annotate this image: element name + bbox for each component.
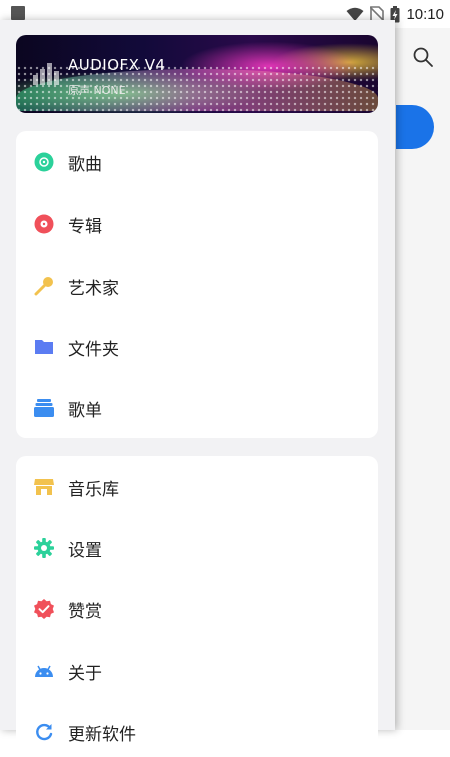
menu-item-artists[interactable]: 艺术家	[16, 261, 378, 311]
menu-item-label: 设置	[68, 540, 102, 561]
gear-icon	[34, 538, 54, 558]
drawer-header-banner[interactable]: AUDIOFX V4 原声 NONE	[16, 35, 378, 113]
app-menu-card: 音乐库 设置 赞赏 关于 更新软件	[16, 456, 378, 756]
store-icon	[34, 479, 54, 495]
disc-icon	[34, 152, 54, 172]
refresh-icon	[36, 723, 53, 741]
menu-item-label: 歌曲	[68, 154, 102, 175]
menu-item-settings[interactable]: 设置	[16, 523, 378, 573]
playlist-icon	[34, 399, 54, 417]
microphone-icon	[34, 277, 53, 296]
library-menu-card: 歌曲 专辑 艺术家 文件夹 歌单	[16, 131, 378, 438]
menu-item-songs[interactable]: 歌曲	[16, 137, 378, 187]
menu-item-label: 艺术家	[68, 278, 119, 299]
banner-title: AUDIOFX V4	[68, 56, 166, 74]
menu-item-albums[interactable]: 专辑	[16, 199, 378, 249]
menu-item-label: 文件夹	[68, 339, 119, 360]
menu-item-about[interactable]: 关于	[16, 646, 378, 696]
folder-icon	[35, 340, 53, 354]
clock: 10:10	[406, 5, 444, 23]
menu-item-label: 歌单	[68, 400, 102, 421]
album-icon	[34, 214, 54, 234]
banner-subtitle: 原声 NONE	[68, 84, 126, 97]
menu-item-folders[interactable]: 文件夹	[16, 322, 378, 372]
menu-item-playlists[interactable]: 歌单	[16, 383, 378, 433]
menu-item-music-library[interactable]: 音乐库	[16, 462, 378, 512]
navigation-drawer: AUDIOFX V4 原声 NONE 歌曲 专辑 艺术家 文件夹 歌单 音乐库 …	[0, 20, 395, 756]
gallery-notification-icon	[11, 6, 25, 20]
menu-item-label: 音乐库	[68, 479, 119, 500]
menu-item-donate[interactable]: 赞赏	[16, 584, 378, 634]
menu-item-label: 专辑	[68, 216, 102, 237]
equalizer-icon	[33, 63, 59, 85]
menu-item-label: 更新软件	[68, 724, 136, 745]
menu-item-label: 关于	[68, 663, 102, 684]
search-icon[interactable]	[412, 46, 434, 68]
menu-item-label: 赞赏	[68, 601, 102, 622]
badge-check-icon	[34, 599, 54, 619]
menu-item-update[interactable]: 更新软件	[16, 707, 378, 757]
android-icon	[35, 665, 53, 677]
